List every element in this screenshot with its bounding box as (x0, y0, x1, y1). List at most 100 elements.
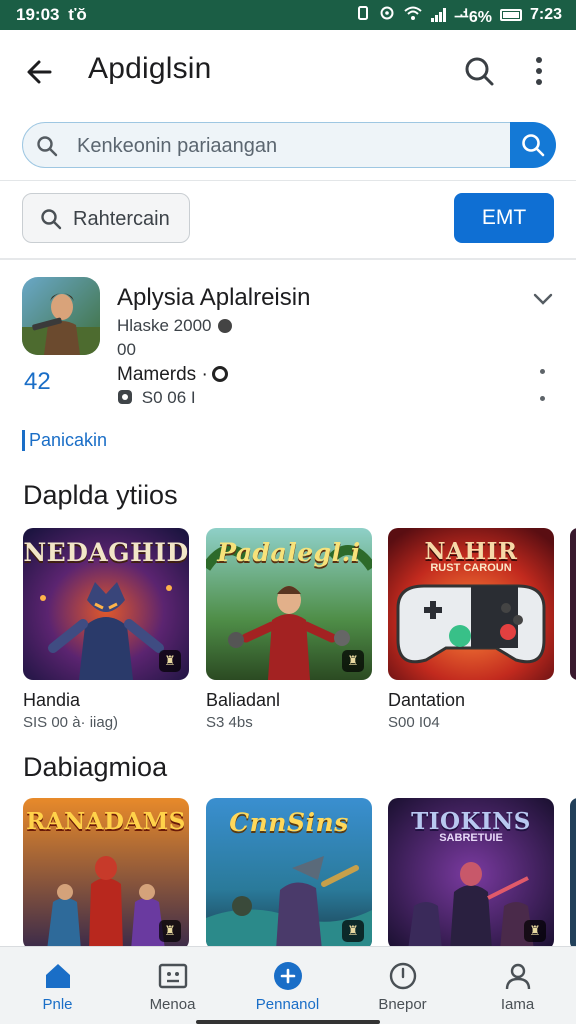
app-screen: 19:03 ťŏ ᅺ6% 7:23 Apdiglsin Kenkeonin pa… (0, 0, 576, 1024)
card-subtitle: S00 I04 (388, 714, 440, 731)
arrow-left-icon (27, 60, 52, 84)
search-field-icon (37, 136, 58, 157)
more-vert-icon (536, 57, 542, 85)
info-badge-icon (217, 319, 232, 333)
search-button[interactable] (460, 52, 498, 90)
game-card[interactable]: Padalegl.i ♜ Baliadanl S3 4bs (206, 528, 372, 731)
nav-item-media[interactable]: Menoa (115, 947, 230, 1024)
game-card[interactable]: NAHIR RUST CAROUN Dantation S00 I04 (388, 528, 554, 731)
clock-icon (389, 962, 417, 990)
status-carrier: ťŏ (68, 5, 87, 24)
card-subtitle: SIS 00 à· iiag) (23, 714, 119, 731)
nav-label: Menoa (149, 996, 196, 1013)
thumbnail-title: NAHIR (424, 538, 518, 565)
battery-percent: ᅺ6% (454, 9, 492, 26)
chevron-down-icon (533, 293, 553, 305)
expand-button[interactable] (530, 286, 556, 312)
nav-item-history[interactable]: Bnepor (345, 947, 460, 1024)
verified-icon (211, 366, 228, 382)
developer-name: Mamerds · (117, 364, 208, 385)
status-time: 19:03 (16, 5, 60, 24)
more-options-button[interactable] (524, 52, 554, 90)
app-rating: 42 (24, 368, 51, 395)
dot-indicator (540, 396, 545, 401)
battery-icon (499, 9, 522, 21)
card-title: Handia (23, 690, 81, 710)
status-left: 19:03 ťŏ (16, 5, 87, 25)
app-bar: Apdiglsin (0, 30, 576, 110)
thumbnail-title: NEDAGHID (23, 538, 189, 567)
search-icon (41, 209, 62, 230)
section-title: Dabiagmioa (23, 752, 168, 782)
app-meta: Hlaske 2000 (117, 316, 232, 336)
thumbnail-title: CnnSins (229, 808, 349, 837)
game-thumbnail: RANADAMS ♜ (23, 798, 189, 950)
person-icon (505, 963, 531, 990)
media-icon (158, 963, 188, 989)
game-card[interactable]: NEDAGHID ♜ Handia SIS 00 à· iiag) (23, 528, 189, 731)
nav-label: Pennanol (255, 996, 320, 1013)
game-card[interactable]: TIOKINS SABRETUIE ♜ (388, 798, 554, 950)
nav-label: Bnepor (378, 996, 427, 1013)
status-bar: 19:03 ťŏ ᅺ6% 7:23 (0, 0, 576, 30)
card-title: Baliadanl (206, 690, 281, 710)
app-meta-text: Hlaske 2000 (117, 316, 212, 335)
game-card[interactable]: RANADAMS ♜ (23, 798, 189, 950)
nav-label: Iama (500, 996, 535, 1013)
search-icon (465, 57, 494, 86)
home-icon (46, 964, 70, 988)
nav-item-home[interactable]: Pnle (0, 947, 115, 1024)
badge-icon: ♜ (159, 920, 181, 942)
game-thumbnail: Padalegl.i ♜ (206, 528, 372, 680)
nav-item-profile[interactable]: Iama (460, 947, 575, 1024)
card-title: Dantation (388, 690, 466, 710)
thumbnail-title: TIOKINS (411, 808, 531, 835)
card-subtitle: S3 4bs (206, 714, 253, 731)
search-icon (522, 134, 545, 157)
home-indicator (196, 1020, 380, 1024)
app-icon-image[interactable] (22, 277, 100, 355)
nav-item-add[interactable]: Pennanol (230, 947, 345, 1024)
game-card-partial[interactable] (570, 798, 576, 950)
add-icon (274, 962, 302, 990)
app-size: S0 06 I (117, 388, 196, 408)
app-size-text: S0 06 I (141, 388, 196, 407)
search-input[interactable]: Kenkeonin pariaangan (22, 122, 512, 168)
thumbnail-title: RANADAMS (26, 808, 186, 835)
divider (0, 258, 576, 260)
primary-action-button[interactable]: EMT (454, 193, 554, 243)
wifi-icon (403, 5, 423, 26)
back-button[interactable] (22, 54, 58, 90)
game-card[interactable]: CnnSins ♜ (206, 798, 372, 950)
divider (0, 180, 576, 181)
filter-chip[interactable]: Rahtercain (22, 193, 190, 243)
game-card-partial[interactable] (570, 528, 576, 680)
app-meta-secondary: 00 (117, 340, 136, 359)
badge-icon: ♜ (159, 650, 181, 672)
filter-chip-label: Rahtercain (73, 208, 170, 230)
app-category-link[interactable]: Panicakin (22, 430, 107, 451)
vibrate-icon (355, 5, 371, 26)
game-thumbnail: TIOKINS SABRETUIE ♜ (388, 798, 554, 950)
search-submit-button[interactable] (510, 122, 556, 168)
sync-icon (379, 5, 395, 26)
app-developer[interactable]: Mamerds · (117, 364, 228, 386)
badge-icon: ♜ (524, 920, 546, 942)
dot-indicator (540, 369, 545, 374)
thumbnail-subtitle: RUST CAROUN (430, 562, 512, 574)
app-title: Aplysia Aplalreisin (117, 284, 311, 311)
section-title: Daplda ytiios (23, 480, 178, 510)
bottom-navigation: Pnle Menoa Pennanol Bnepor Iama (0, 946, 576, 1024)
game-thumbnail: CnnSins ♜ (206, 798, 372, 950)
game-thumbnail: NEDAGHID ♜ (23, 528, 189, 680)
thumbnail-subtitle: SABRETUIE (439, 832, 503, 844)
nav-label: Pnle (42, 996, 73, 1013)
badge-icon: ♜ (342, 920, 364, 942)
status-right: ᅺ6% 7:23 (355, 3, 562, 27)
thumbnail-title: Padalegl.i (217, 538, 361, 567)
status-clock: 7:23 (529, 6, 562, 23)
search-bar: Kenkeonin pariaangan (22, 122, 556, 168)
game-thumbnail: NAHIR RUST CAROUN (388, 528, 554, 680)
signal-icon (431, 8, 447, 22)
page-title: Apdiglsin (88, 52, 212, 85)
